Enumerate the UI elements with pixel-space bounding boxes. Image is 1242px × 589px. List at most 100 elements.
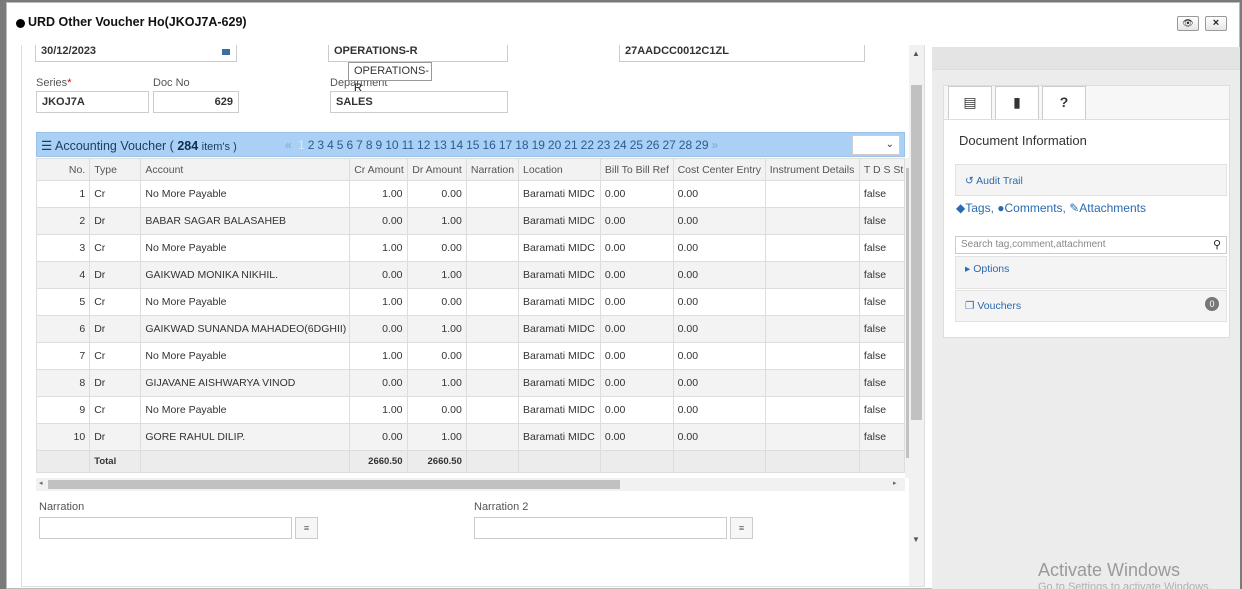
cell-no[interactable]: 8 — [35, 369, 91, 397]
pager-page[interactable]: 17 — [499, 138, 512, 152]
cell-narration[interactable] — [465, 180, 520, 208]
cell-location[interactable]: Baramati MIDC — [518, 396, 601, 424]
tag-search-input[interactable]: Search tag,comment,attachment ⚲ — [955, 236, 1227, 254]
cell-cost[interactable]: 0.00 — [672, 396, 766, 424]
form-scroll-thumb[interactable] — [911, 85, 922, 420]
cell-cr[interactable]: 0.00 — [349, 369, 408, 397]
cell-tds[interactable]: false — [858, 207, 906, 235]
column-header[interactable]: Narration — [465, 158, 520, 181]
cell-account[interactable]: GAIKWAD SUNANDA MAHADEO(6DGHII) — [140, 315, 351, 343]
cell-account[interactable]: GIJAVANE AISHWARYA VINOD — [140, 369, 351, 397]
tab-book-icon[interactable]: ▮ — [995, 86, 1039, 119]
pager-page[interactable]: 11 — [402, 138, 414, 152]
cell-no[interactable]: 4 — [35, 261, 91, 289]
pager-page[interactable]: 3 — [317, 138, 324, 152]
pager-page[interactable]: 29 — [695, 138, 708, 152]
series-field[interactable]: JKOJ7A — [36, 91, 149, 113]
cell-location[interactable]: Baramati MIDC — [518, 423, 601, 451]
cell-no[interactable]: 2 — [35, 207, 91, 235]
cell-no[interactable]: 1 — [35, 180, 91, 208]
pager-page[interactable]: 26 — [646, 138, 659, 152]
table-row[interactable]: 3 Cr No More Payable 1.00 0.00 Baramati MIDC 0… — [35, 234, 906, 262]
pager-page[interactable]: 15 — [466, 138, 479, 152]
audit-trail-link[interactable]: ↺ Audit Trail — [955, 164, 1227, 196]
cell-narration[interactable] — [465, 234, 520, 262]
cell-no[interactable]: 9 — [35, 396, 91, 424]
cell-account[interactable]: No More Payable — [140, 180, 351, 208]
table-row[interactable]: 1 Cr No More Payable 1.00 0.00 Baramati MIDC 0… — [35, 180, 906, 208]
column-header[interactable]: T D S St — [858, 158, 906, 181]
pager-prev[interactable]: « — [285, 138, 292, 152]
cell-tds[interactable]: false — [858, 369, 906, 397]
cell-instrument[interactable] — [764, 234, 860, 262]
cell-location[interactable]: Baramati MIDC — [518, 234, 601, 262]
table-row[interactable]: 2 Dr BABAR SAGAR BALASAHEB 0.00 1.00 Baramati… — [35, 207, 906, 235]
cell-cr[interactable]: 0.00 — [349, 207, 408, 235]
cell-dr[interactable]: 1.00 — [406, 315, 467, 343]
cell-cost[interactable]: 0.00 — [672, 261, 766, 289]
cell-narration[interactable] — [465, 261, 520, 289]
pager-page[interactable]: 4 — [327, 138, 334, 152]
pager-page[interactable]: 22 — [581, 138, 594, 152]
cell-location[interactable]: Baramati MIDC — [518, 369, 601, 397]
cell-cr[interactable]: 1.00 — [349, 342, 408, 370]
cell-dr[interactable]: 0.00 — [406, 234, 467, 262]
column-header[interactable]: Dr Amount — [406, 158, 467, 181]
form-vertical-scrollbar[interactable]: ▲ ▼ — [909, 45, 924, 586]
cell-type[interactable]: Cr — [89, 234, 142, 262]
cell-cost[interactable]: 0.00 — [672, 288, 766, 316]
cell-dr[interactable]: 0.00 — [406, 342, 467, 370]
column-header[interactable]: Location — [518, 158, 601, 181]
pager-next[interactable]: » — [712, 138, 719, 152]
cell-tds[interactable]: false — [858, 180, 906, 208]
date-field[interactable]: 30/12/2023 — [35, 45, 237, 62]
cell-dr[interactable]: 0.00 — [406, 288, 467, 316]
cell-tds[interactable]: false — [858, 396, 906, 424]
cell-instrument[interactable] — [764, 180, 860, 208]
cell-cost[interactable]: 0.00 — [672, 234, 766, 262]
cell-location[interactable]: Baramati MIDC — [518, 315, 601, 343]
cell-bill[interactable]: 0.00 — [599, 423, 674, 451]
cell-instrument[interactable] — [764, 315, 860, 343]
cell-bill[interactable]: 0.00 — [599, 207, 674, 235]
cell-narration[interactable] — [465, 288, 520, 316]
cell-no[interactable]: 6 — [35, 315, 91, 343]
cell-bill[interactable]: 0.00 — [599, 315, 674, 343]
cell-location[interactable]: Baramati MIDC — [518, 288, 601, 316]
cell-narration[interactable] — [465, 423, 520, 451]
tab-help-icon[interactable]: ? — [1042, 86, 1086, 119]
calendar-icon[interactable] — [222, 49, 230, 55]
cell-bill[interactable]: 0.00 — [599, 288, 674, 316]
cell-location[interactable]: Baramati MIDC — [518, 207, 601, 235]
cell-location[interactable]: Baramati MIDC — [518, 180, 601, 208]
cell-narration[interactable] — [465, 396, 520, 424]
cell-account[interactable]: BABAR SAGAR BALASAHEB — [140, 207, 351, 235]
cell-cr[interactable]: 0.00 — [349, 423, 408, 451]
column-header[interactable]: Type — [89, 158, 142, 181]
cell-cr[interactable]: 1.00 — [349, 288, 408, 316]
pager-page[interactable]: 10 — [385, 138, 398, 152]
cell-bill[interactable]: 0.00 — [599, 369, 674, 397]
pager-page[interactable]: 16 — [482, 138, 495, 152]
pager-page[interactable]: 21 — [564, 138, 577, 152]
table-row[interactable]: 10 Dr GORE RAHUL DILIP. 0.00 1.00 Baramati MI… — [35, 423, 906, 451]
cell-dr[interactable]: 0.00 — [406, 180, 467, 208]
search-icon[interactable]: ⚲ — [1213, 237, 1221, 253]
page-size-select[interactable]: ⌄ — [852, 135, 900, 155]
cell-instrument[interactable] — [764, 261, 860, 289]
pager-page[interactable]: 9 — [376, 138, 383, 152]
pager-page[interactable]: 25 — [630, 138, 643, 152]
pager-page[interactable]: 19 — [532, 138, 545, 152]
cell-account[interactable]: No More Payable — [140, 396, 351, 424]
cell-narration[interactable] — [465, 207, 520, 235]
hscroll-thumb[interactable] — [48, 480, 620, 489]
cell-cost[interactable]: 0.00 — [672, 315, 766, 343]
cell-type[interactable]: Dr — [89, 369, 142, 397]
cell-bill[interactable]: 0.00 — [599, 261, 674, 289]
cell-narration[interactable] — [465, 369, 520, 397]
cell-tds[interactable]: false — [858, 234, 906, 262]
cell-account[interactable]: GORE RAHUL DILIP. — [140, 423, 351, 451]
cell-type[interactable]: Dr — [89, 423, 142, 451]
operations-field[interactable]: OPERATIONS-R — [328, 45, 508, 62]
cell-type[interactable]: Dr — [89, 207, 142, 235]
